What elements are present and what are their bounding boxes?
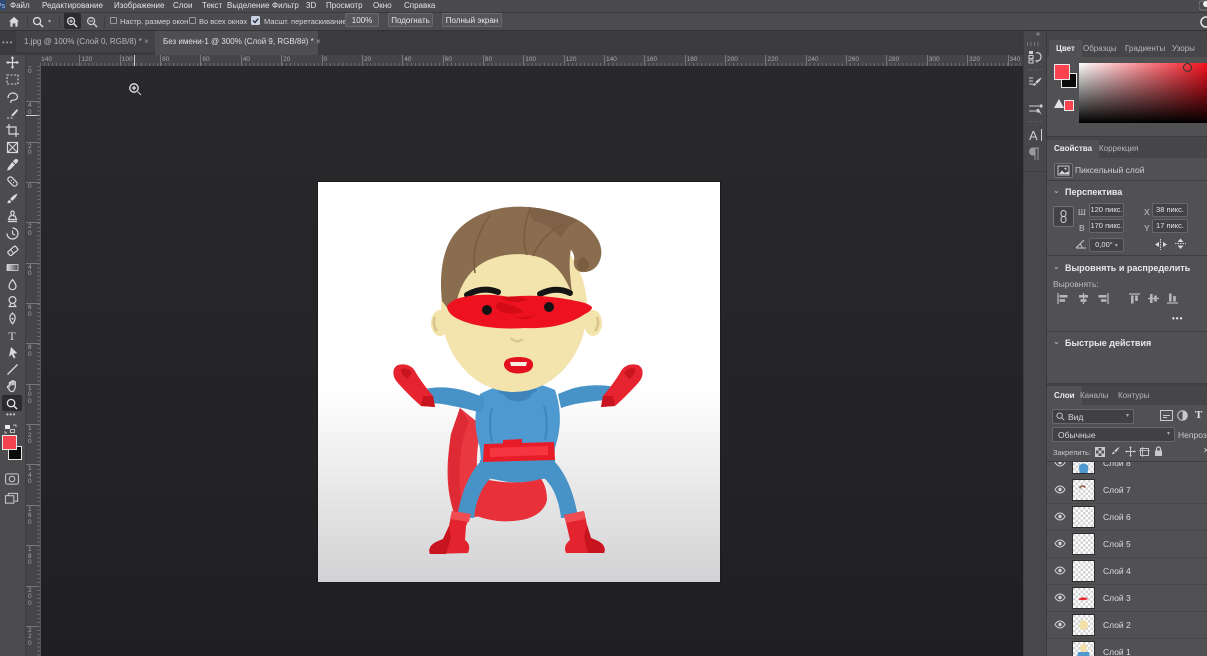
svg-text:A: A — [1029, 128, 1038, 142]
svg-text:T: T — [8, 329, 16, 342]
svg-text:Ps: Ps — [0, 3, 6, 10]
